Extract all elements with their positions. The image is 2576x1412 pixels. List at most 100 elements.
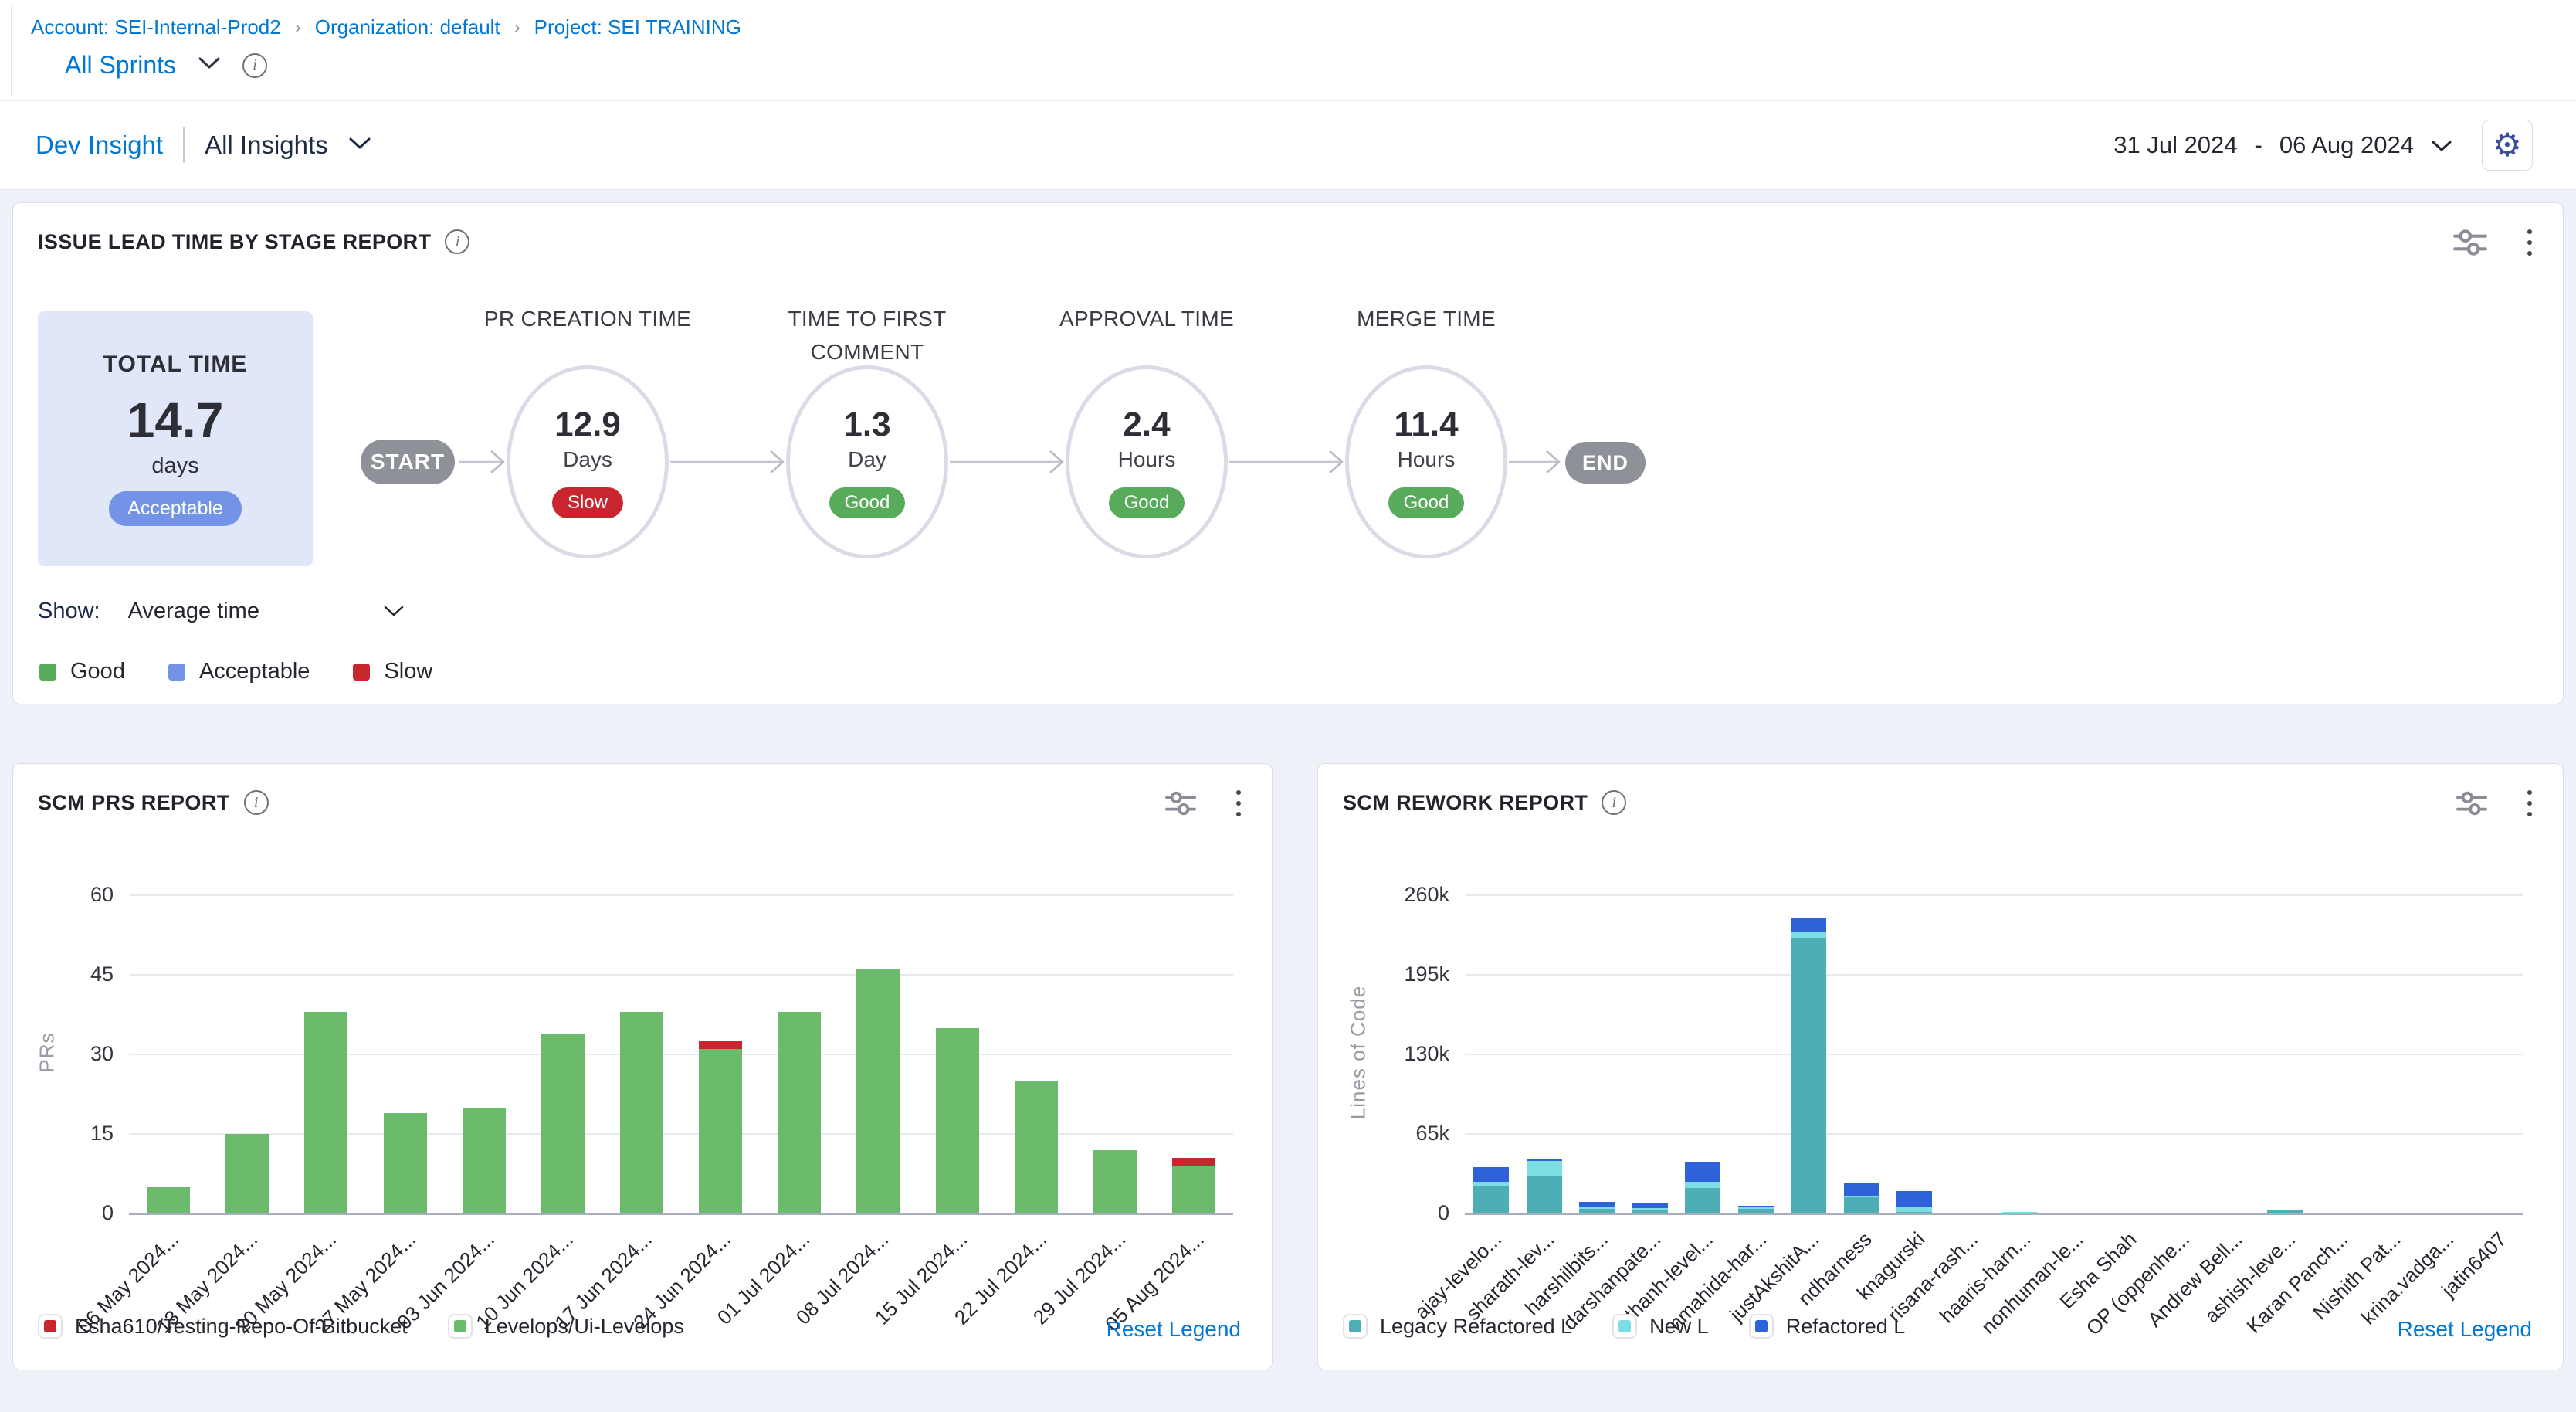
gridline	[129, 1133, 1233, 1135]
legend-item[interactable]: Refactored L	[1749, 1314, 1906, 1339]
bar-segment[interactable]	[1738, 1209, 1774, 1213]
kebab-menu-icon[interactable]	[2524, 226, 2535, 259]
bar-segment[interactable]	[1015, 1081, 1058, 1213]
bar-segment[interactable]	[1844, 1183, 1879, 1196]
gridline	[1465, 1213, 2523, 1215]
show-dropdown[interactable]: Average time	[128, 599, 259, 624]
reset-legend-link[interactable]: Reset Legend	[2398, 1317, 2532, 1342]
header-row-insight: Dev Insight All Insights 31 Jul 2024 - 0…	[0, 101, 2576, 190]
legend-item[interactable]: Legacy Refactored L	[1343, 1314, 1572, 1339]
sliders-icon[interactable]	[2452, 226, 2489, 259]
breadcrumb-account[interactable]: Account: SEI-Internal-Prod2	[31, 15, 281, 39]
bar-segment[interactable]	[1473, 1186, 1509, 1213]
bar-segment[interactable]	[225, 1134, 269, 1213]
bar-segment[interactable]	[1579, 1202, 1615, 1207]
header-row-breadcrumb: Account: SEI-Internal-Prod2 › Organizati…	[0, 0, 2576, 101]
nav-dev-insight[interactable]: Dev Insight	[36, 131, 163, 160]
bar-segment[interactable]	[2002, 1212, 2038, 1213]
bar-segment[interactable]	[1791, 932, 1826, 939]
stage-node[interactable]: 2.4HoursGood	[1066, 365, 1228, 558]
flow-arrow-icon	[1229, 446, 1344, 477]
breadcrumb-separator: ›	[295, 17, 301, 39]
bar-segment[interactable]	[2267, 1210, 2303, 1213]
bar-segment[interactable]	[304, 1012, 347, 1213]
sprint-selector[interactable]: All Sprints	[65, 51, 176, 80]
stage-label: TIME TO FIRST COMMENT	[759, 302, 975, 369]
bar-segment[interactable]	[463, 1108, 506, 1213]
legend-item[interactable]: New L	[1612, 1314, 1709, 1339]
chevron-down-icon[interactable]	[383, 599, 405, 624]
bar-segment[interactable]	[1896, 1207, 1932, 1212]
legend-item[interactable]: Slow	[353, 659, 432, 684]
bar-segment[interactable]	[1473, 1182, 1509, 1186]
y-axis-tick-label: 65k	[1364, 1122, 1449, 1146]
gridline	[1465, 894, 2523, 896]
legend-item[interactable]: Acceptable	[168, 659, 310, 684]
legend-item[interactable]: Good	[39, 659, 125, 684]
reset-legend-link[interactable]: Reset Legend	[1107, 1317, 1241, 1342]
bar-segment[interactable]	[778, 1012, 821, 1213]
stage-label: MERGE TIME	[1318, 302, 1534, 335]
bar-segment[interactable]	[1896, 1191, 1932, 1207]
bar-segment[interactable]	[1632, 1203, 1668, 1208]
stage-value: 1.3	[843, 406, 890, 444]
bar-segment[interactable]	[1527, 1159, 1562, 1161]
stage-label: PR CREATION TIME	[480, 302, 696, 335]
scm-rework-report-panel: SCM REWORK REPORT i 065k130k195k260kLine…	[1317, 763, 2564, 1370]
chevron-down-icon[interactable]	[198, 56, 221, 75]
chevron-down-icon[interactable]	[2431, 131, 2452, 159]
bar-segment[interactable]	[147, 1187, 190, 1213]
bar-segment[interactable]	[1527, 1176, 1562, 1213]
gridline	[129, 1213, 1233, 1215]
bar-segment[interactable]	[1473, 1167, 1509, 1182]
bar-segment[interactable]	[1685, 1182, 1720, 1188]
legend-item[interactable]: Esha610/Testing-Repo-Of-Bitbucket	[38, 1314, 408, 1339]
chevron-down-icon[interactable]	[348, 136, 371, 155]
legend-swatch	[38, 1314, 63, 1339]
bar-segment[interactable]	[1844, 1197, 1879, 1213]
settings-button[interactable]: ⚙	[2482, 120, 2533, 171]
bar-segment[interactable]	[1632, 1208, 1668, 1210]
bar-segment[interactable]	[1632, 1210, 1668, 1213]
bar-segment[interactable]	[1685, 1162, 1720, 1181]
stage-node[interactable]: 12.9DaysSlow	[507, 365, 669, 558]
bar-segment[interactable]	[699, 1041, 742, 1049]
bar-segment[interactable]	[1685, 1188, 1720, 1213]
stage-node[interactable]: 1.3DayGood	[786, 365, 948, 558]
bar-segment[interactable]	[1172, 1166, 1215, 1213]
legend-item[interactable]: Levelops/Ui-Levelops	[448, 1314, 684, 1339]
breadcrumb-project[interactable]: Project: SEI TRAINING	[534, 15, 741, 39]
legend-swatch	[1612, 1314, 1637, 1339]
gridline	[1465, 1054, 2523, 1055]
stage-node[interactable]: 11.4HoursGood	[1345, 365, 1507, 558]
bar-segment[interactable]	[1579, 1207, 1615, 1209]
bar-segment[interactable]	[541, 1034, 585, 1213]
bar-segment[interactable]	[1738, 1206, 1774, 1207]
bar-segment[interactable]	[1791, 918, 1826, 932]
insight-dropdown[interactable]: All Insights	[205, 131, 328, 160]
breadcrumb-organization[interactable]: Organization: default	[315, 15, 500, 39]
bar-segment[interactable]	[699, 1049, 742, 1213]
bar-segment[interactable]	[856, 969, 900, 1213]
y-axis-tick-label: 130k	[1364, 1042, 1449, 1066]
stage-unit: Hours	[1118, 447, 1176, 472]
bar-segment[interactable]	[1527, 1161, 1562, 1177]
info-icon[interactable]: i	[445, 229, 469, 254]
bar-segment[interactable]	[1896, 1212, 1932, 1213]
bar-segment[interactable]	[1738, 1207, 1774, 1209]
bar-segment[interactable]	[936, 1028, 979, 1213]
bar-segment[interactable]	[620, 1012, 663, 1213]
date-range-picker[interactable]: 31 Jul 2024 - 06 Aug 2024	[2113, 131, 2452, 159]
bar-segment[interactable]	[1093, 1150, 1137, 1213]
bar-segment[interactable]	[1579, 1209, 1615, 1213]
scm-prs-report-panel: SCM PRS REPORT i 015304560PRs06 May 2024…	[12, 763, 1273, 1370]
bar-segment[interactable]	[1791, 938, 1826, 1213]
chart-legend: Legacy Refactored L New L Refactored L	[1343, 1314, 1905, 1339]
bar-segment[interactable]	[1172, 1158, 1215, 1166]
info-icon[interactable]: i	[242, 53, 267, 78]
stage-label: APPROVAL TIME	[1039, 302, 1255, 335]
flow-end-pill: END	[1565, 442, 1646, 484]
bar-segment[interactable]	[1844, 1196, 1879, 1198]
legend-swatch-color	[1349, 1320, 1361, 1332]
bar-segment[interactable]	[384, 1113, 427, 1213]
